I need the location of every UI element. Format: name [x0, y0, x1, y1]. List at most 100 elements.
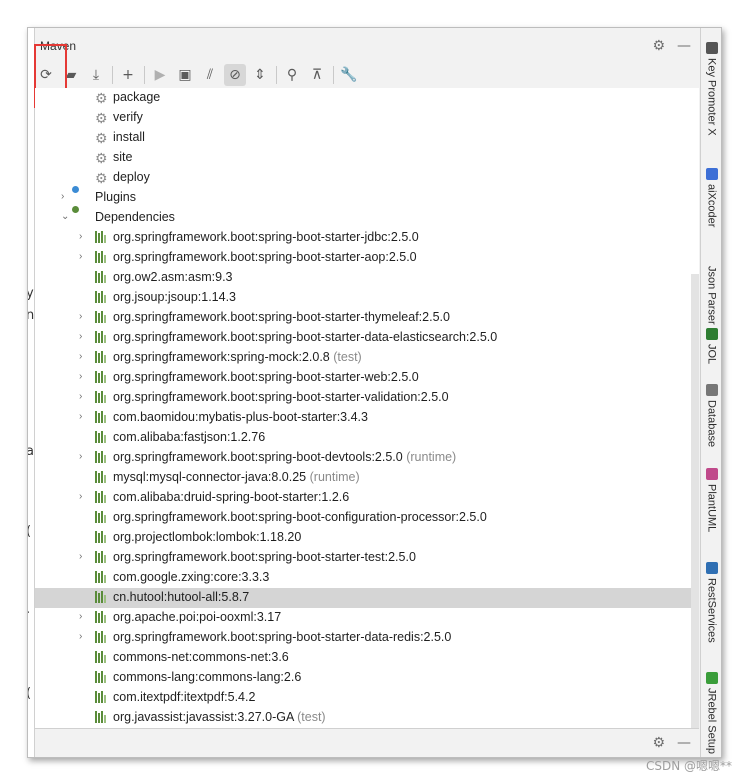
dependency-item[interactable]: › org.springframework.boot:spring-boot-st…: [35, 308, 699, 328]
collapse-all-icon[interactable]: ⊼: [306, 64, 328, 86]
tool-tab-label: aiXcoder: [705, 184, 718, 228]
dependency-item[interactable]: org.javassist:javassist:3.27.0-GA (test): [35, 708, 699, 728]
tool-tab[interactable]: JOL: [701, 328, 721, 364]
chevron-right-icon[interactable]: ›: [79, 411, 89, 425]
tree-item-text: org.springframework.boot:spring-boot-sta…: [113, 630, 452, 644]
lifecycle-goal[interactable]: ⚙ verify: [35, 108, 699, 128]
tool-tab[interactable]: Json Parser: [701, 250, 721, 325]
tool-tab[interactable]: Key Promoter X: [701, 42, 721, 136]
download-icon[interactable]: ⤓: [85, 64, 107, 86]
dependency-item[interactable]: org.ow2.asm:asm:9.3: [35, 268, 699, 288]
gear-icon: ⚙: [95, 130, 108, 146]
tree-item-text: deploy: [113, 170, 150, 184]
tree-item-text: org.projectlombok:lombok:1.18.20: [113, 530, 302, 544]
lifecycle-goal[interactable]: ⚙ package: [35, 88, 699, 108]
dependency-item[interactable]: › org.springframework.boot:spring-boot-de…: [35, 448, 699, 468]
minimize-icon[interactable]: —: [677, 735, 691, 751]
chevron-right-icon[interactable]: ›: [79, 371, 89, 385]
terminal-icon[interactable]: ▣: [174, 64, 196, 86]
gear-icon: ⚙: [95, 150, 108, 166]
dependency-item[interactable]: › org.springframework.boot:spring-boot-st…: [35, 228, 699, 248]
tool-tab-icon: [705, 250, 718, 262]
library-icon: [95, 391, 109, 405]
tool-tab-icon: [705, 42, 718, 54]
offline-icon[interactable]: ⫽: [199, 64, 221, 86]
dependency-item[interactable]: mysql:mysql-connector-java:8.0.25 (runti…: [35, 468, 699, 488]
lifecycle-goal[interactable]: ⚙ site: [35, 148, 699, 168]
tree-item-label: org.jsoup:jsoup:1.14.3: [113, 290, 236, 304]
collapse-icon[interactable]: ⇕: [249, 64, 271, 86]
dependency-item[interactable]: › org.springframework:spring-mock:2.0.8 (…: [35, 348, 699, 368]
chevron-right-icon[interactable]: ›: [79, 491, 89, 505]
library-icon: [95, 611, 109, 625]
tree-item-text: org.springframework.boot:spring-boot-sta…: [113, 250, 417, 264]
dependency-item[interactable]: › org.springframework.boot:spring-boot-st…: [35, 628, 699, 648]
chevron-right-icon[interactable]: ›: [79, 251, 89, 265]
tree-item-label: com.alibaba:druid-spring-boot-starter:1.…: [113, 490, 349, 504]
tool-tab[interactable]: aiXcoder: [701, 168, 721, 228]
lifecycle-goal[interactable]: ⚙ install: [35, 128, 699, 148]
dependency-item[interactable]: commons-net:commons-net:3.6: [35, 648, 699, 668]
dependencies-icon[interactable]: ⚲: [281, 64, 303, 86]
chevron-right-icon[interactable]: ›: [79, 611, 89, 625]
tool-tab[interactable]: JRebel Setup: [701, 672, 721, 754]
dependency-scope: (runtime): [309, 470, 360, 484]
gear-icon[interactable]: ⚙: [652, 38, 665, 54]
chevron-down-icon[interactable]: ⌄: [61, 211, 71, 225]
dependency-item[interactable]: org.springframework.boot:spring-boot-con…: [35, 508, 699, 528]
wrench-icon[interactable]: 🔧: [338, 64, 360, 86]
tool-tab[interactable]: Database: [701, 384, 721, 447]
library-icon: [95, 451, 109, 465]
tree-item-label: org.springframework.boot:spring-boot-sta…: [113, 390, 449, 404]
gear-icon: ⚙: [95, 90, 108, 106]
tree-item-label: org.springframework.boot:spring-boot-sta…: [113, 250, 417, 264]
dependency-item[interactable]: › org.springframework.boot:spring-boot-st…: [35, 548, 699, 568]
library-icon: [95, 511, 109, 525]
tree-item-label: com.baomidou:mybatis-plus-boot-starter:3…: [113, 410, 368, 424]
tree-item-label: org.springframework.boot:spring-boot-sta…: [113, 370, 419, 384]
dependency-item[interactable]: › org.springframework.boot:spring-boot-st…: [35, 388, 699, 408]
dependency-item[interactable]: commons-lang:commons-lang:2.6: [35, 668, 699, 688]
dependency-item[interactable]: com.alibaba:fastjson:1.2.76: [35, 428, 699, 448]
tree-item-text: org.springframework.boot:spring-boot-sta…: [113, 230, 419, 244]
chevron-right-icon[interactable]: ›: [79, 311, 89, 325]
chevron-right-icon[interactable]: ›: [79, 551, 89, 565]
dependency-item[interactable]: › org.springframework.boot:spring-boot-st…: [35, 328, 699, 348]
chevron-right-icon[interactable]: ›: [79, 451, 89, 465]
editor-edge-strip: y n a ( · (: [28, 28, 35, 757]
dependency-item[interactable]: com.google.zxing:core:3.3.3: [35, 568, 699, 588]
chevron-right-icon[interactable]: ›: [79, 631, 89, 645]
dependency-item[interactable]: com.itextpdf:itextpdf:5.4.2: [35, 688, 699, 708]
dependency-item[interactable]: › org.apache.poi:poi-ooxml:3.17: [35, 608, 699, 628]
library-icon: [95, 231, 109, 245]
dependency-item[interactable]: › com.alibaba:druid-spring-boot-starter:1…: [35, 488, 699, 508]
chevron-right-icon[interactable]: ›: [79, 331, 89, 345]
tree-item-label: install: [113, 130, 145, 144]
dependency-item[interactable]: › org.springframework.boot:spring-boot-st…: [35, 368, 699, 388]
chevron-right-icon[interactable]: ›: [79, 231, 89, 245]
lifecycle-goal[interactable]: ⚙ deploy: [35, 168, 699, 188]
tool-tab[interactable]: RestServices: [701, 562, 721, 643]
play-icon[interactable]: ▶: [149, 64, 171, 86]
library-icon: [95, 671, 109, 685]
tool-tab-label: RestServices: [705, 578, 718, 643]
skip-tests-icon[interactable]: ⊘: [224, 64, 246, 86]
gear-icon[interactable]: ⚙: [652, 735, 665, 751]
chevron-right-icon[interactable]: ›: [79, 351, 89, 365]
vertical-scrollbar[interactable]: [691, 274, 699, 728]
tree-item-text: org.javassist:javassist:3.27.0-GA: [113, 710, 294, 724]
tree-item-text: verify: [113, 110, 143, 124]
plus-icon[interactable]: +: [117, 64, 139, 86]
dependency-item[interactable]: cn.hutool:hutool-all:5.8.7: [35, 588, 699, 608]
dependency-item[interactable]: › com.baomidou:mybatis-plus-boot-starter:…: [35, 408, 699, 428]
tool-tab[interactable]: PlantUML: [701, 468, 721, 532]
library-icon: [95, 651, 109, 665]
chevron-right-icon[interactable]: ›: [61, 191, 71, 205]
tree-node-dependencies[interactable]: ⌄ Dependencies: [35, 206, 699, 228]
dependency-item[interactable]: org.jsoup:jsoup:1.14.3: [35, 288, 699, 308]
chevron-right-icon[interactable]: ›: [79, 391, 89, 405]
tree-node-plugins[interactable]: › Plugins: [35, 186, 699, 208]
minimize-icon[interactable]: —: [677, 38, 691, 54]
dependency-item[interactable]: › org.springframework.boot:spring-boot-st…: [35, 248, 699, 268]
dependency-item[interactable]: org.projectlombok:lombok:1.18.20: [35, 528, 699, 548]
